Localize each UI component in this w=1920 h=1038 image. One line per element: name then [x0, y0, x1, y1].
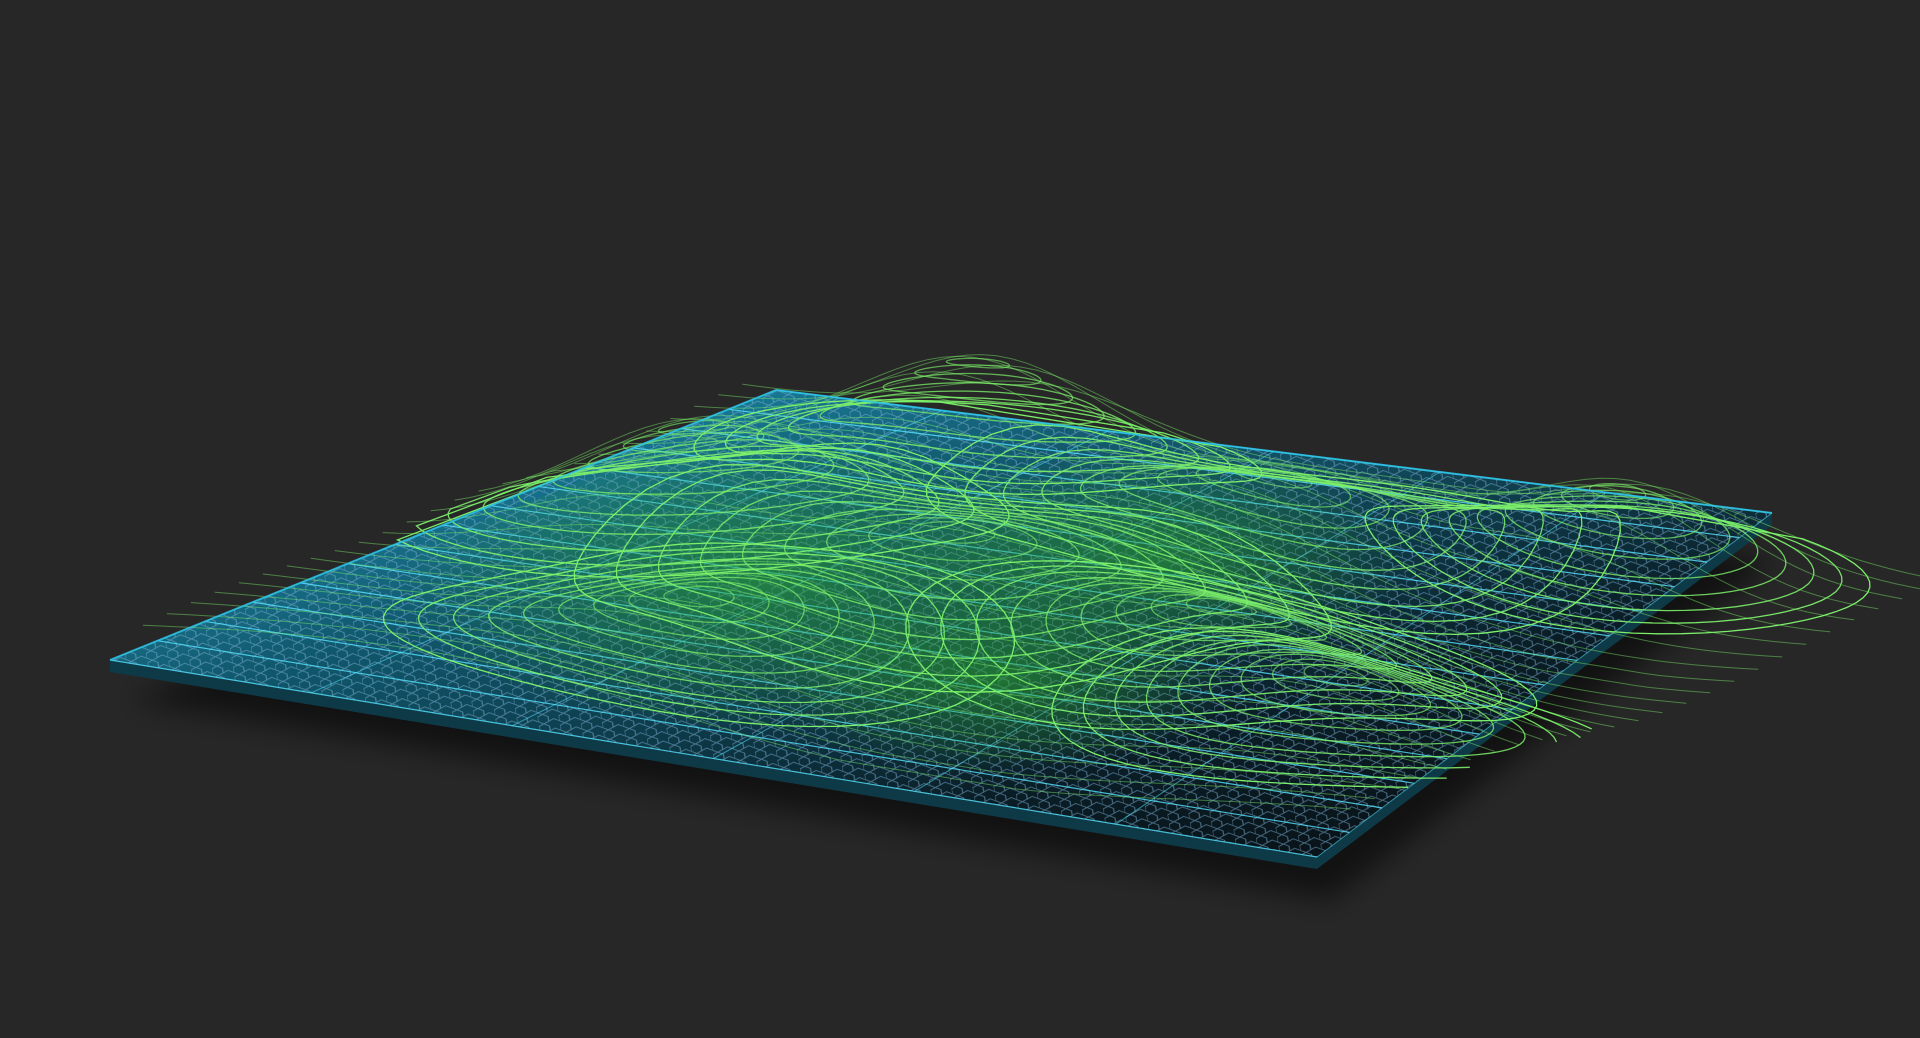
- topography-scene: [109, 354, 1920, 900]
- render-viewport[interactable]: [0, 0, 1920, 1038]
